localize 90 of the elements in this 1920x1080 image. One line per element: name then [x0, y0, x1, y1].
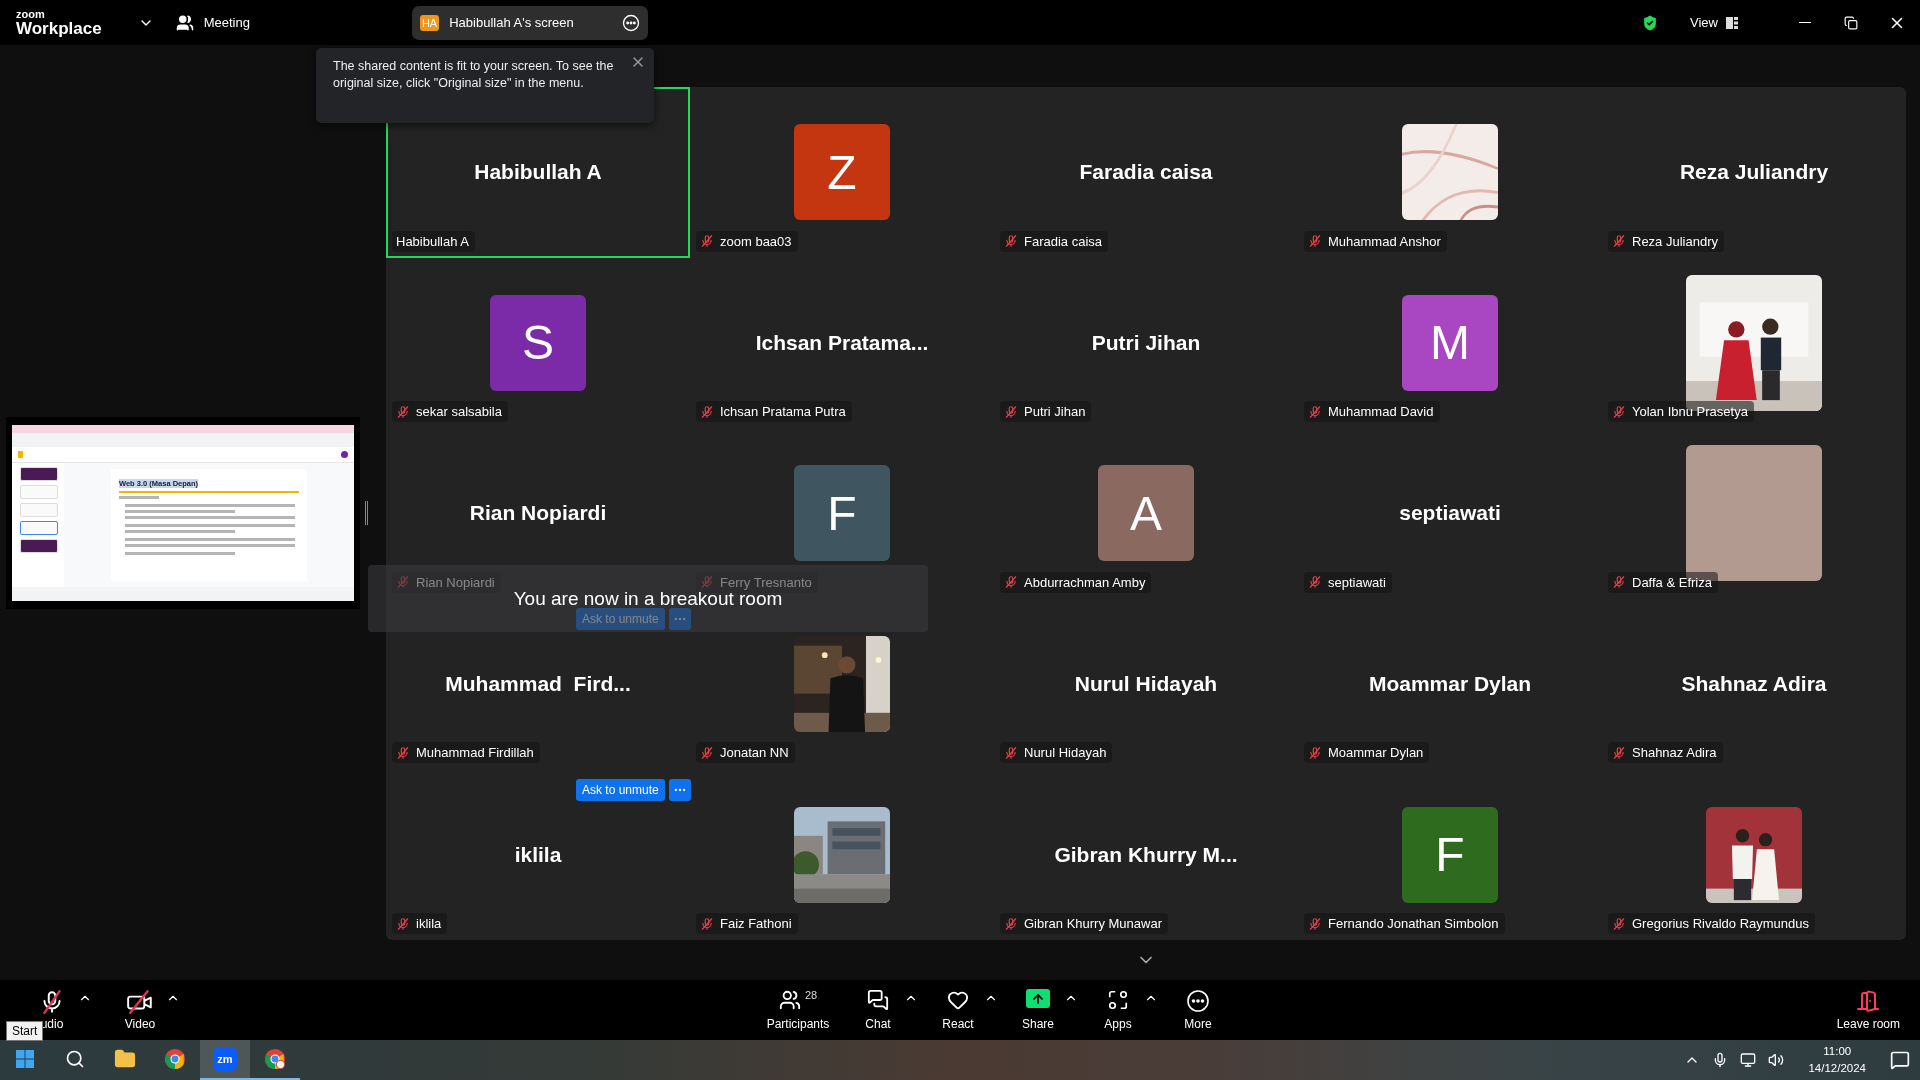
name-label-text: Daffa & Efriza [1632, 574, 1712, 590]
react-button[interactable]: React [936, 989, 980, 1031]
participant-name: Reza Juliandry [1679, 160, 1829, 185]
more-icon [1186, 989, 1210, 1013]
restore-icon [1844, 15, 1858, 30]
name-label-text: Gregorius Rivaldo Raymundus [1632, 916, 1810, 931]
name-label-text: Ichsan Pratama Putra [720, 404, 846, 420]
apps-button[interactable]: Apps [1096, 989, 1140, 1031]
participant-count: 28 [804, 989, 818, 1001]
participant-name: Faradia caisa [1079, 160, 1213, 185]
name-label-text: Abdurrachman Amby [1024, 574, 1146, 590]
zoom-app-icon: zm [213, 1047, 237, 1071]
apps-icon [1107, 989, 1129, 1011]
slide-thumbnail[interactable] [20, 520, 58, 535]
avatar: F [794, 465, 890, 562]
search-icon [65, 1049, 85, 1069]
ask-to-unmute-button[interactable]: Ask to unmute [576, 778, 665, 801]
avatar: S [490, 294, 586, 391]
resize-handle[interactable] [365, 500, 368, 525]
participants-button[interactable]: 28 Participants [758, 989, 838, 1031]
avatar: Z [794, 124, 890, 221]
view-button[interactable]: View [1690, 15, 1738, 30]
name-label-text: Habibullah A [396, 233, 469, 249]
name-label-text: Muhammad Anshor [1328, 233, 1441, 249]
participant-name: Putri Jihan [1091, 330, 1201, 355]
windows-icon [16, 1050, 34, 1068]
participant-name: Nurul Hidayah [1074, 672, 1218, 697]
name-label-text: Muhammad David [1328, 404, 1434, 420]
video-button[interactable]: Video [118, 989, 162, 1031]
browser-icon [264, 1048, 286, 1070]
brand-text: Workplace [16, 19, 102, 37]
participant-name: Muhammad Fird... [445, 672, 631, 697]
share-title: Habibullah A's screen [449, 15, 575, 30]
browser-icon [164, 1048, 186, 1070]
volume-icon[interactable] [1768, 1052, 1785, 1068]
participant-name: Ichsan Pratama... [755, 330, 929, 355]
participants-icon [778, 989, 801, 1011]
more-icon[interactable] [621, 13, 640, 32]
share-button[interactable]: Share [1016, 989, 1060, 1031]
clock-time[interactable]: 11:00 [1823, 1043, 1852, 1060]
meeting-button[interactable]: Meeting [175, 13, 250, 32]
name-label-text: Reza Juliandry [1632, 233, 1718, 249]
avatar: M [1402, 294, 1498, 391]
name-label-text: Faradia caisa [1024, 233, 1103, 249]
start-tooltip: Start [6, 1021, 44, 1041]
name-label-text: Rian Nopiardi [416, 574, 495, 590]
name-label-text: Muhammad Firdillah [416, 745, 534, 761]
minimize-icon [1799, 22, 1811, 23]
name-label-text: zoom baa03 [720, 233, 792, 249]
layout-icon [1726, 16, 1738, 29]
participant-name: septiawati [1399, 501, 1501, 526]
clock-date[interactable]: 14/12/2024 [1808, 1060, 1866, 1077]
participant-name: Shahnaz Adira [1681, 672, 1827, 697]
avatar: F [1402, 806, 1498, 903]
notification-icon[interactable] [1890, 1050, 1910, 1070]
name-label-text: Jonatan NN [720, 745, 789, 761]
door-icon [1856, 989, 1881, 1013]
taskbar-button[interactable]: zm [200, 1040, 250, 1080]
name-label-text: sekar salsabila [416, 404, 502, 420]
name-label-text: Gibran Khurry Munawar [1024, 916, 1162, 931]
participant-name: Moammar Dylan [1368, 672, 1532, 697]
brand-small-text: zoom [16, 8, 46, 20]
tooltip-text: The shared content is fit to your screen. To see the original size, click "Original size" in the menu. [333, 58, 615, 92]
name-label-text: Shahnaz Adira [1632, 745, 1717, 761]
name-label-text: Moammar Dylan [1328, 745, 1424, 761]
name-label-text: iklila [416, 916, 442, 931]
chat-button[interactable]: Chat [856, 989, 900, 1031]
initials-badge: HA [419, 14, 440, 31]
avatar: A [1098, 465, 1194, 562]
folder-icon [114, 1048, 136, 1070]
participant-name: Habibullah A [474, 160, 602, 185]
heart-icon [947, 989, 969, 1011]
screen-share-pill[interactable]: HA Habibullah A's screen [411, 5, 648, 40]
name-label-text: Putri Jihan [1024, 404, 1086, 420]
network-icon[interactable] [1740, 1052, 1757, 1068]
participant-name: iklila [514, 842, 562, 867]
leave-room-button[interactable]: Leave room [1836, 989, 1900, 1031]
share-icon [1026, 989, 1050, 1008]
people-icon [175, 13, 194, 32]
participant-name: Rian Nopiardi [469, 501, 607, 526]
more-options-button[interactable] [668, 778, 691, 801]
name-label-text: Nurul Hidayah [1024, 745, 1107, 761]
name-label-text: Ferry Tresnanto [720, 574, 812, 590]
more-button[interactable]: More [1176, 989, 1220, 1031]
participant-name: Gibran Khurry M... [1054, 842, 1238, 867]
name-label-text: Faiz Fathoni [720, 916, 792, 931]
name-label-text: septiawati [1328, 574, 1386, 590]
chat-icon [867, 989, 889, 1011]
name-label-text: Fernando Jonathan Simbolon [1328, 916, 1499, 931]
name-label-text: Yolan Ibnu Prasetya [1632, 404, 1748, 420]
